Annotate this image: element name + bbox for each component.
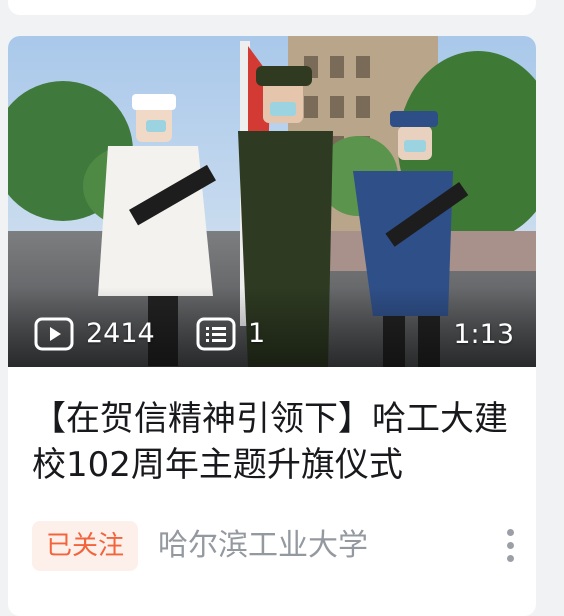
danmaku-count-stat: 1	[196, 317, 265, 351]
video-duration: 1:13	[453, 319, 514, 350]
video-thumbnail[interactable]: 2414 1 1:13	[8, 36, 536, 367]
play-icon	[34, 317, 74, 351]
play-count-stat: 2414	[34, 317, 155, 351]
followed-badge: 已关注	[32, 521, 139, 571]
card-footer: 已关注 哈尔滨工业大学	[32, 521, 522, 571]
more-vertical-icon[interactable]	[507, 529, 514, 562]
previous-card[interactable]	[8, 0, 536, 15]
more-dot	[507, 555, 514, 562]
uploader-name[interactable]: 哈尔滨工业大学	[158, 521, 368, 571]
danmaku-count: 1	[248, 318, 266, 349]
more-dot	[507, 529, 514, 536]
more-dot	[507, 542, 514, 549]
video-card[interactable]: 2414 1 1:13 【在贺信精神引领下】哈工大建校102周年主题升旗仪式 已…	[8, 36, 536, 616]
video-title[interactable]: 【在贺信精神引领下】哈工大建校102周年主题升旗仪式	[32, 396, 518, 488]
play-count: 2414	[86, 318, 155, 349]
danmaku-icon	[196, 317, 236, 351]
